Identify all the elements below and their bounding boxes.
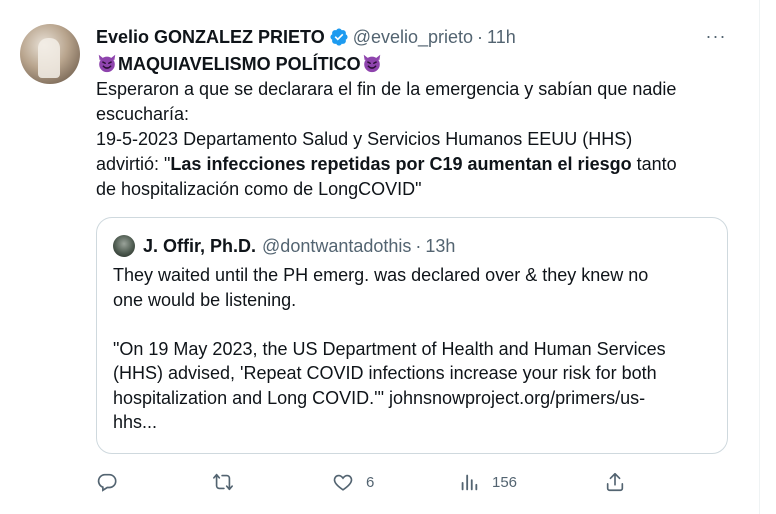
verified-badge-icon: [330, 28, 348, 46]
tweet-bold-segment: Las infecciones repetidas por C19 aument…: [170, 154, 632, 174]
author-avatar[interactable]: [20, 24, 80, 84]
reply-icon: [97, 473, 117, 492]
quoted-tweet-text: They waited until the PH emerg. was decl…: [113, 263, 713, 435]
views-button[interactable]: 156: [458, 465, 517, 499]
quoted-text-blank-line: [113, 312, 713, 337]
like-icon: [333, 474, 353, 491]
tweet-text: MAQUIAVELISMO POLÍTICO Esperaron a que s…: [96, 52, 736, 202]
retweet-icon: [213, 473, 233, 491]
smiling-devil-emoji-icon: [98, 54, 116, 73]
tweet-text-segment: advirtió: ": [96, 154, 171, 174]
quoted-text-line: hhs...: [113, 412, 158, 432]
tweet-text-line: escucharía:: [96, 104, 190, 124]
quoted-author-handle: @dontwantadothis: [262, 235, 412, 256]
quoted-text-line: (HHS) advised, 'Repeat COVID infections …: [113, 363, 657, 383]
more-options-button[interactable]: ···: [703, 25, 729, 47]
tweet-actions: 6 156: [96, 465, 736, 499]
share-icon: [606, 472, 624, 492]
like-count: 6: [366, 473, 375, 491]
like-button[interactable]: 6: [332, 465, 374, 499]
tweet-title: MAQUIAVELISMO POLÍTICO: [118, 54, 361, 74]
tweet-timestamp[interactable]: 11h: [487, 27, 516, 48]
tweet-text-segment: tanto: [631, 154, 677, 174]
tweet-text-line: advirtió: "Las infecciones repetidas por…: [96, 152, 736, 177]
quoted-text-line: They waited until the PH emerg. was decl…: [113, 265, 649, 285]
separator-dot: ·: [477, 26, 484, 47]
tweet-text-line: 19-5-2023 Departamento Salud y Servicios…: [96, 129, 633, 149]
tweet-header: Evelio GONZALEZ PRIETO @evelio_prieto · …: [96, 24, 516, 50]
tweet-title-line: MAQUIAVELISMO POLÍTICO: [96, 52, 736, 77]
quoted-text-line: hospitalization and Long COVID.'" johnsn…: [113, 387, 646, 408]
tweet-text-line: Esperaron a que se declarara el fin de l…: [96, 79, 677, 99]
share-button[interactable]: [604, 465, 626, 499]
author-handle[interactable]: @evelio_prieto: [353, 27, 473, 48]
quoted-text-line: one would be listening.: [113, 289, 297, 310]
quoted-tweet-timestamp: 13h: [425, 235, 456, 256]
tweet-text-line: de hospitalización como de LongCOVID": [96, 179, 422, 199]
reply-button[interactable]: [96, 465, 118, 499]
author-name[interactable]: Evelio GONZALEZ PRIETO: [96, 27, 325, 48]
views-count: 156: [492, 473, 518, 491]
tweet[interactable]: Evelio GONZALEZ PRIETO @evelio_prieto · …: [0, 0, 760, 514]
quoted-author-name: J. Offir, Ph.D.: [143, 235, 257, 256]
quoted-tweet-header: J. Offir, Ph.D. @dontwantadothis · 13h: [113, 234, 455, 258]
separator-dot: ·: [415, 235, 422, 256]
quoted-text-line: "On 19 May 2023, the US Department of He…: [113, 338, 666, 359]
retweet-button[interactable]: [212, 465, 234, 499]
quoted-author-avatar: [113, 235, 135, 257]
views-icon: [461, 474, 478, 491]
quoted-tweet[interactable]: J. Offir, Ph.D. @dontwantadothis · 13h T…: [96, 217, 728, 454]
smiling-devil-emoji-icon: [363, 54, 380, 73]
